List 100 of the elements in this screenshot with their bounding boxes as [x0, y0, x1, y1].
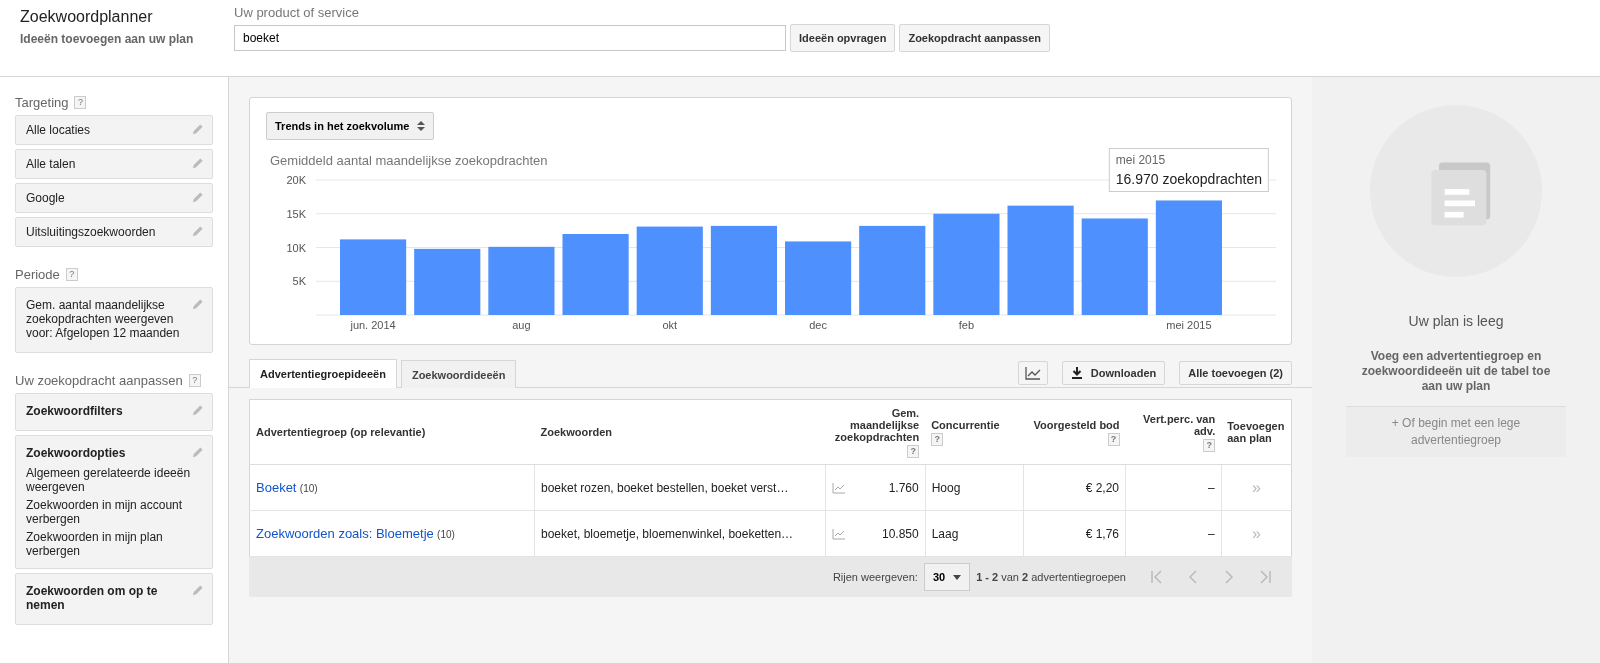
header-button[interactable]: Ideeën opvragen: [790, 24, 896, 52]
field-label: Uw product of service: [234, 5, 360, 20]
help-icon[interactable]: ?: [1203, 438, 1216, 452]
keyword-count: (10): [437, 529, 455, 540]
item-text: Alle talen: [26, 157, 76, 171]
trend-chart-icon[interactable]: [832, 527, 846, 540]
chart-bar[interactable]: [1155, 200, 1222, 315]
help-icon[interactable]: ?: [188, 374, 201, 387]
sidebar-item[interactable]: Google: [15, 183, 213, 213]
add-all-button[interactable]: Alle toevoegen (2): [1179, 361, 1292, 385]
chart-bar[interactable]: [1007, 205, 1074, 315]
product-input[interactable]: boeket: [234, 25, 786, 51]
table-cell: –: [1125, 510, 1222, 557]
item-text: Algemeen gerelateerde ideeën weergeven: [26, 466, 191, 494]
axis-label: dec: [809, 319, 827, 331]
pencil-icon[interactable]: [191, 298, 204, 311]
column-header[interactable]: Advertentiegroep (op relevantie): [256, 426, 529, 438]
chart-tooltip: mei 2015 16.970 zoekopdrachten: [1108, 148, 1270, 193]
next-page-icon[interactable]: [1222, 570, 1236, 584]
pencil-icon[interactable]: [191, 191, 204, 204]
axis-label: jun. 2014: [350, 319, 396, 331]
chart-bar[interactable]: [636, 226, 703, 315]
item-text: Zoekwoorden in mijn plan verbergen: [26, 530, 164, 558]
table-cell: Laag: [925, 510, 1024, 557]
download-icon: [1070, 367, 1083, 379]
column-header[interactable]: Concurrentie: [931, 418, 1018, 431]
item-text: Zoekwoordopties: [26, 446, 127, 460]
chart-bar[interactable]: [562, 234, 629, 315]
page-range: 1 - 2 van 2 advertentiegroepen: [976, 571, 1126, 583]
help-icon[interactable]: ?: [74, 96, 87, 109]
last-page-icon[interactable]: [1258, 570, 1272, 584]
chart-bar[interactable]: [933, 213, 1000, 315]
help-icon[interactable]: ?: [931, 432, 944, 446]
chart-type-dropdown[interactable]: Trends in het zoekvolume: [266, 112, 435, 140]
chart-bar[interactable]: [710, 225, 777, 315]
chart-button[interactable]: [1017, 361, 1048, 385]
pencil-icon[interactable]: [191, 157, 204, 170]
column-header[interactable]: Gem. maandelijkse zoekopdrachten: [831, 406, 920, 443]
search-volume: 10.850: [881, 526, 919, 541]
axis-label: feb: [958, 319, 975, 331]
help-icon[interactable]: ?: [1107, 432, 1120, 446]
sidebar-item[interactable]: Uitsluitingszoekwoorden: [15, 217, 213, 247]
section-title: Periode: [15, 267, 60, 282]
pencil-icon[interactable]: [191, 225, 204, 238]
axis-label: 5K: [292, 275, 306, 288]
column-header[interactable]: Toevoegen aan plan: [1227, 420, 1285, 444]
download-button[interactable]: Downloaden: [1061, 361, 1166, 385]
header-button[interactable]: Zoekopdracht aanpassen: [899, 24, 1051, 52]
search-volume: 1.760: [888, 480, 919, 495]
table-cell: boeket rozen, boeket bestellen, boeket verst…: [534, 464, 826, 511]
table-cell: € 1,76: [1023, 510, 1126, 557]
column-header[interactable]: Zoekwoorden: [540, 426, 820, 438]
help-icon[interactable]: ?: [907, 444, 920, 458]
rows-dropdown[interactable]: 30: [923, 563, 971, 591]
table-cell: Hoog: [925, 464, 1024, 511]
chart-bar[interactable]: [1081, 218, 1148, 315]
pencil-icon[interactable]: [191, 123, 204, 136]
sidebar-item[interactable]: Alle talen: [15, 149, 213, 179]
section-title: Uw zoekopdracht aanpassen: [15, 373, 183, 388]
axis-label: aug: [512, 319, 531, 331]
sidebar-item[interactable]: Zoekwoorden om op te nemen: [15, 573, 213, 625]
chart-bar[interactable]: [859, 225, 926, 315]
trend-chart-icon[interactable]: [832, 481, 846, 494]
help-icon[interactable]: ?: [65, 268, 78, 281]
rows-label: Rijen weergeven:: [832, 571, 918, 583]
ad-group-link[interactable]: Zoekwoorden zoals: Bloemetje: [256, 526, 434, 541]
item-text: Gem. aantal maandelijkse zoekopdrachten weergeven voor: Afgelopen 12 maanden: [26, 298, 181, 340]
item-text: Zoekwoorden om op te nemen: [26, 584, 159, 612]
plan-message: Voeg een advertentiegroep en zoekwoordideeën uit de tabel toe aan uw plan: [1360, 349, 1552, 394]
axis-label: okt: [662, 319, 678, 331]
chart-bar[interactable]: [785, 241, 852, 315]
sidebar-item[interactable]: Gem. aantal maandelijkse zoekopdrachten weergeven voor: Afgelopen 12 maanden: [15, 287, 213, 353]
chart-bar[interactable]: [414, 248, 481, 315]
chart-title: Gemiddeld aantal maandelijkse zoekopdrachten: [270, 153, 548, 168]
item-text: Alle locaties: [26, 123, 91, 137]
section-title: Targeting: [15, 95, 69, 110]
tab[interactable]: Advertentiegroepideeën: [249, 359, 397, 388]
sidebar-item[interactable]: Zoekwoordopties Algemeen gerelateerde ideeën weergeven Zoekwoorden in mijn account verbergen Zoekwoorden in mijn plan verbergen: [15, 435, 213, 569]
ad-group-link[interactable]: Boeket: [256, 480, 297, 495]
caret-icon: [953, 574, 962, 580]
item-text: Zoekwoordfilters: [26, 404, 123, 418]
item-text: Zoekwoorden in mijn account verbergen: [26, 498, 184, 526]
chart-bar[interactable]: [340, 239, 407, 315]
chart-bar[interactable]: [488, 246, 555, 315]
previous-page-icon[interactable]: [1186, 570, 1200, 584]
column-header[interactable]: Voorgesteld bod: [1029, 418, 1120, 431]
item-text: Uitsluitingszoekwoorden: [26, 225, 156, 239]
axis-label: 10K: [286, 241, 306, 254]
axis-label: 20K: [286, 174, 306, 186]
table-cell: –: [1125, 464, 1222, 511]
column-header[interactable]: Vert.perc. van adv.: [1131, 412, 1216, 437]
sidebar-item[interactable]: Alle locaties: [15, 115, 213, 145]
pencil-icon[interactable]: [191, 404, 204, 417]
axis-label: mei 2015: [1166, 319, 1212, 331]
tab[interactable]: Zoekwoordideeën: [400, 360, 517, 388]
first-page-icon[interactable]: [1150, 570, 1164, 584]
item-text: Google: [26, 191, 65, 205]
pencil-icon[interactable]: [191, 584, 204, 597]
sidebar-item[interactable]: Zoekwoordfilters: [15, 393, 213, 431]
pencil-icon[interactable]: [191, 446, 204, 459]
